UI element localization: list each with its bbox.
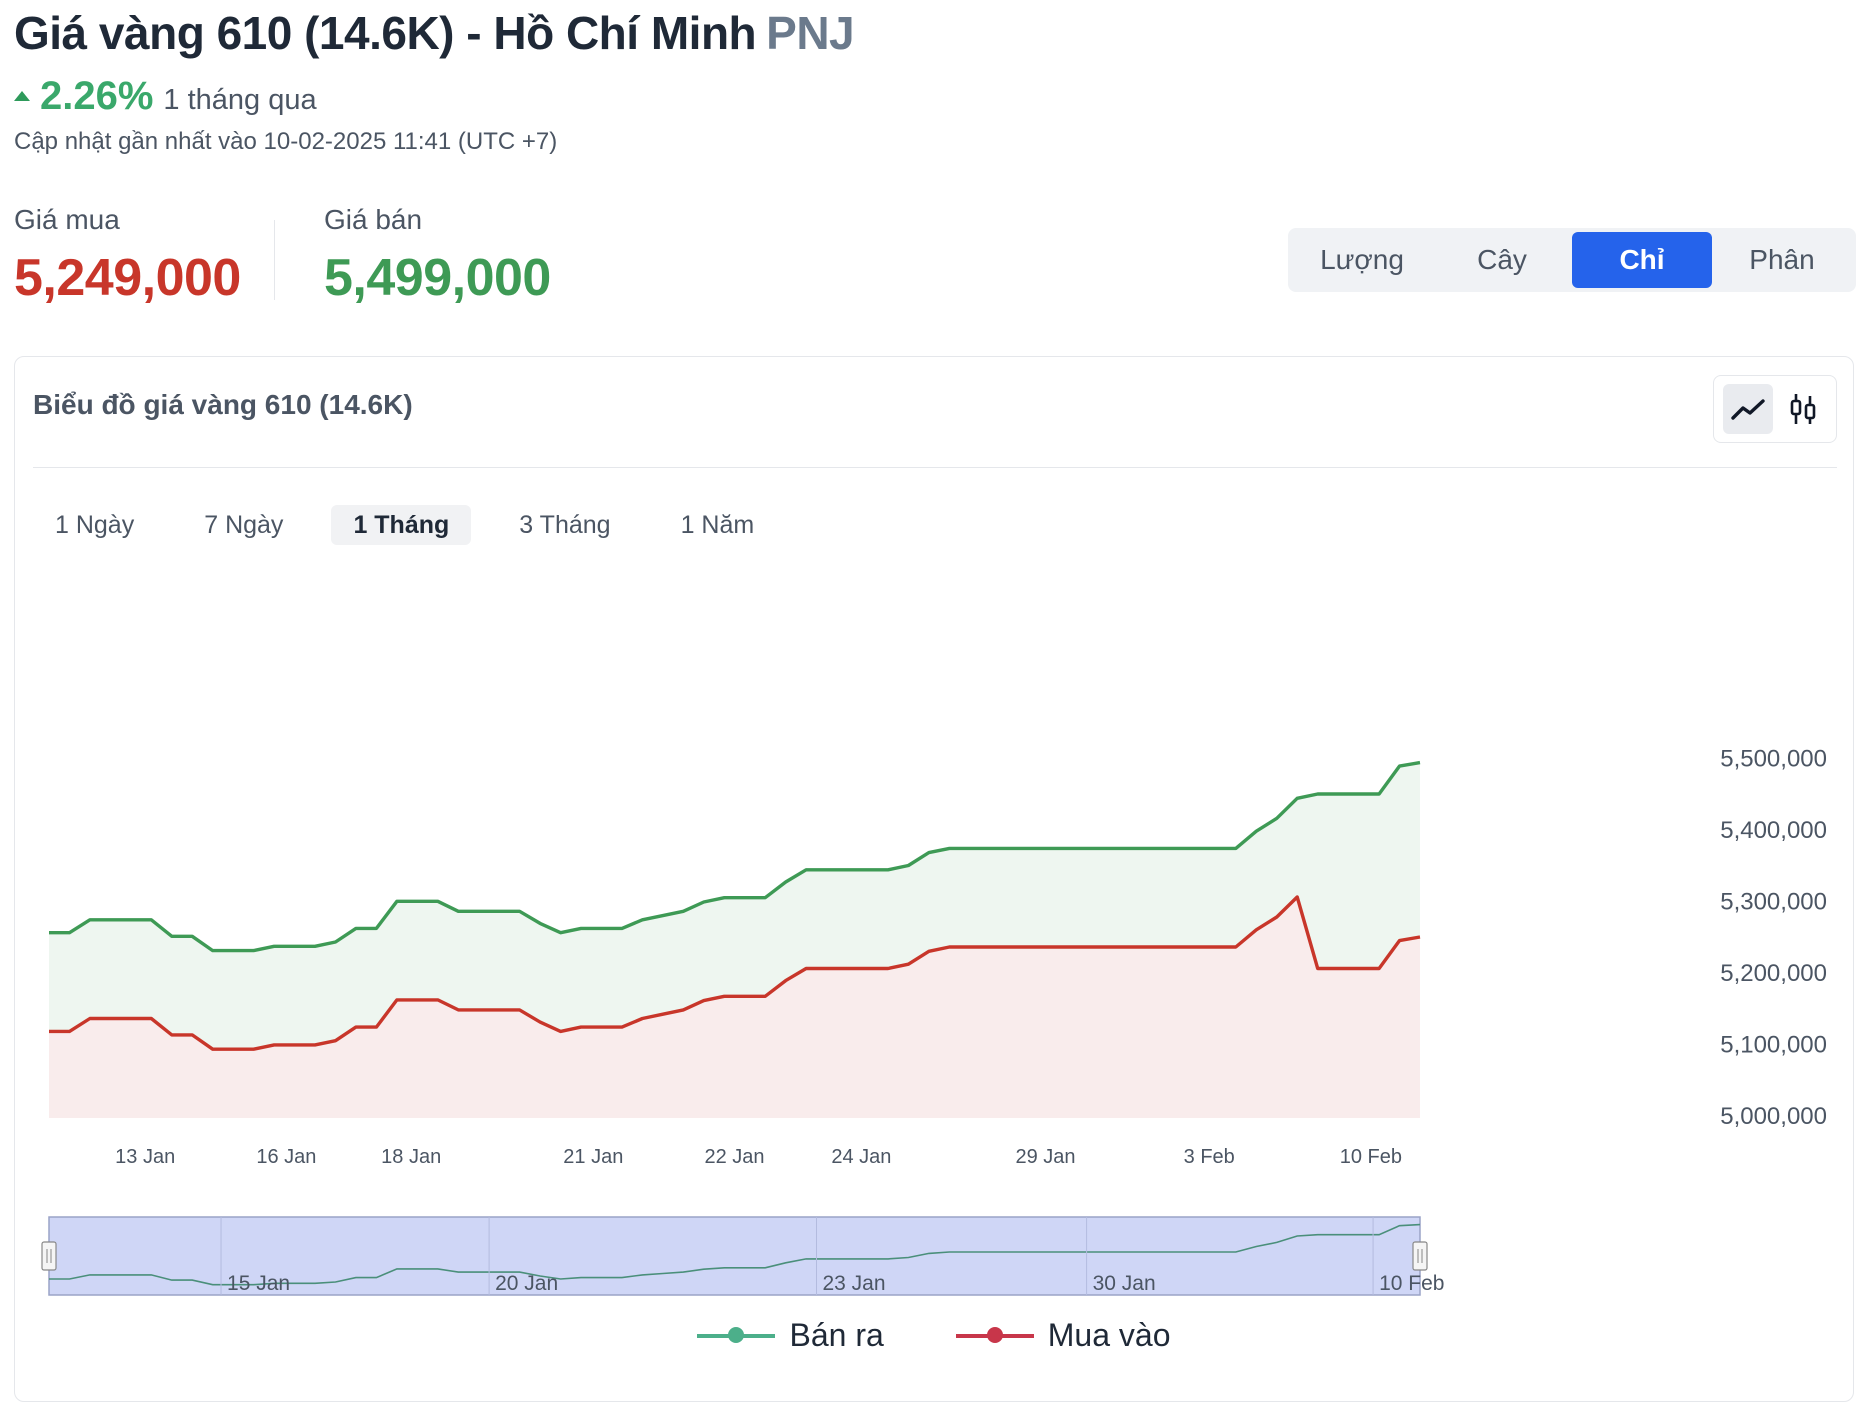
brand-name: PNJ: [766, 7, 855, 59]
page-title: Giá vàng 610 (14.6K) - Hồ Chí Minh PNJ: [14, 6, 855, 60]
y-tick-label: 5,100,000: [1720, 1032, 1827, 1059]
y-tick-label: 5,500,000: [1720, 746, 1827, 773]
sell-price-value: 5,499,000: [324, 249, 551, 307]
navigator-label: 30 Jan: [1093, 1272, 1156, 1295]
legend-label-sell: Bán ra: [789, 1317, 884, 1353]
legend-label-buy: Mua vào: [1047, 1317, 1171, 1353]
x-tick-label: 13 Jan: [115, 1146, 175, 1168]
title-text: Giá vàng 610 (14.6K) - Hồ Chí Minh: [14, 7, 757, 59]
unit-tab-cay[interactable]: Cây: [1432, 232, 1572, 288]
y-tick-label: 5,000,000: [1720, 1103, 1827, 1130]
navigator-handle-left[interactable]: [41, 1241, 57, 1271]
navigator-label: 23 Jan: [822, 1272, 885, 1295]
y-tick-label: 5,300,000: [1720, 889, 1827, 916]
change-period: 1 tháng qua: [163, 84, 317, 116]
chart-legend: Bán ra Mua vào: [15, 1317, 1853, 1354]
x-tick-label: 21 Jan: [563, 1146, 623, 1168]
price-change: 2.26% 1 tháng qua: [14, 74, 317, 119]
unit-tab-phan[interactable]: Phân: [1712, 232, 1852, 288]
unit-tab-chi[interactable]: Chỉ: [1572, 232, 1712, 288]
buy-price-block: Giá mua 5,249,000: [14, 204, 241, 308]
price-divider: [274, 220, 275, 300]
arrow-up-icon: [14, 91, 30, 101]
legend-swatch-sell: [697, 1326, 776, 1343]
sell-price-block: Giá bán 5,499,000: [324, 204, 551, 308]
y-tick-label: 5,200,000: [1720, 960, 1827, 987]
x-tick-label: 24 Jan: [831, 1146, 891, 1168]
sell-price-label: Giá bán: [324, 204, 423, 235]
buy-price-label: Giá mua: [14, 204, 120, 235]
x-tick-label: 16 Jan: [256, 1146, 316, 1168]
x-tick-label: 22 Jan: [704, 1146, 764, 1168]
navigator-label: 10 Feb: [1379, 1272, 1444, 1295]
unit-tab-luong[interactable]: Lượng: [1292, 232, 1432, 288]
chart-card: Biểu đồ giá vàng 610 (14.6K) 1 Ngày 7 Ng…: [14, 356, 1854, 1402]
navigator-handle-right[interactable]: [1412, 1241, 1428, 1271]
legend-dot-buy: [986, 1326, 1003, 1343]
navigator-label: 15 Jan: [227, 1272, 290, 1295]
y-tick-label: 5,400,000: [1720, 817, 1827, 844]
x-tick-label: 18 Jan: [381, 1146, 441, 1168]
buy-price-value: 5,249,000: [14, 249, 241, 307]
last-updated: Cập nhật gần nhất vào 10-02-2025 11:41 (…: [14, 128, 558, 155]
navigator-label: 20 Jan: [495, 1272, 558, 1295]
legend-item-buy[interactable]: Mua vào: [955, 1317, 1171, 1354]
x-tick-label: 10 Feb: [1340, 1146, 1402, 1168]
change-percent: 2.26%: [40, 74, 154, 118]
legend-dot-sell: [728, 1326, 745, 1343]
x-tick-label: 3 Feb: [1184, 1146, 1235, 1168]
price-chart: 5,000,000 5,100,000 5,200,000 5,300,000 5,40…: [41, 746, 1827, 1296]
legend-item-sell[interactable]: Bán ra: [697, 1317, 884, 1354]
unit-toggle: Lượng Cây Chỉ Phân: [1288, 228, 1856, 292]
x-tick-label: 29 Jan: [1016, 1146, 1076, 1168]
legend-swatch-buy: [955, 1326, 1034, 1343]
